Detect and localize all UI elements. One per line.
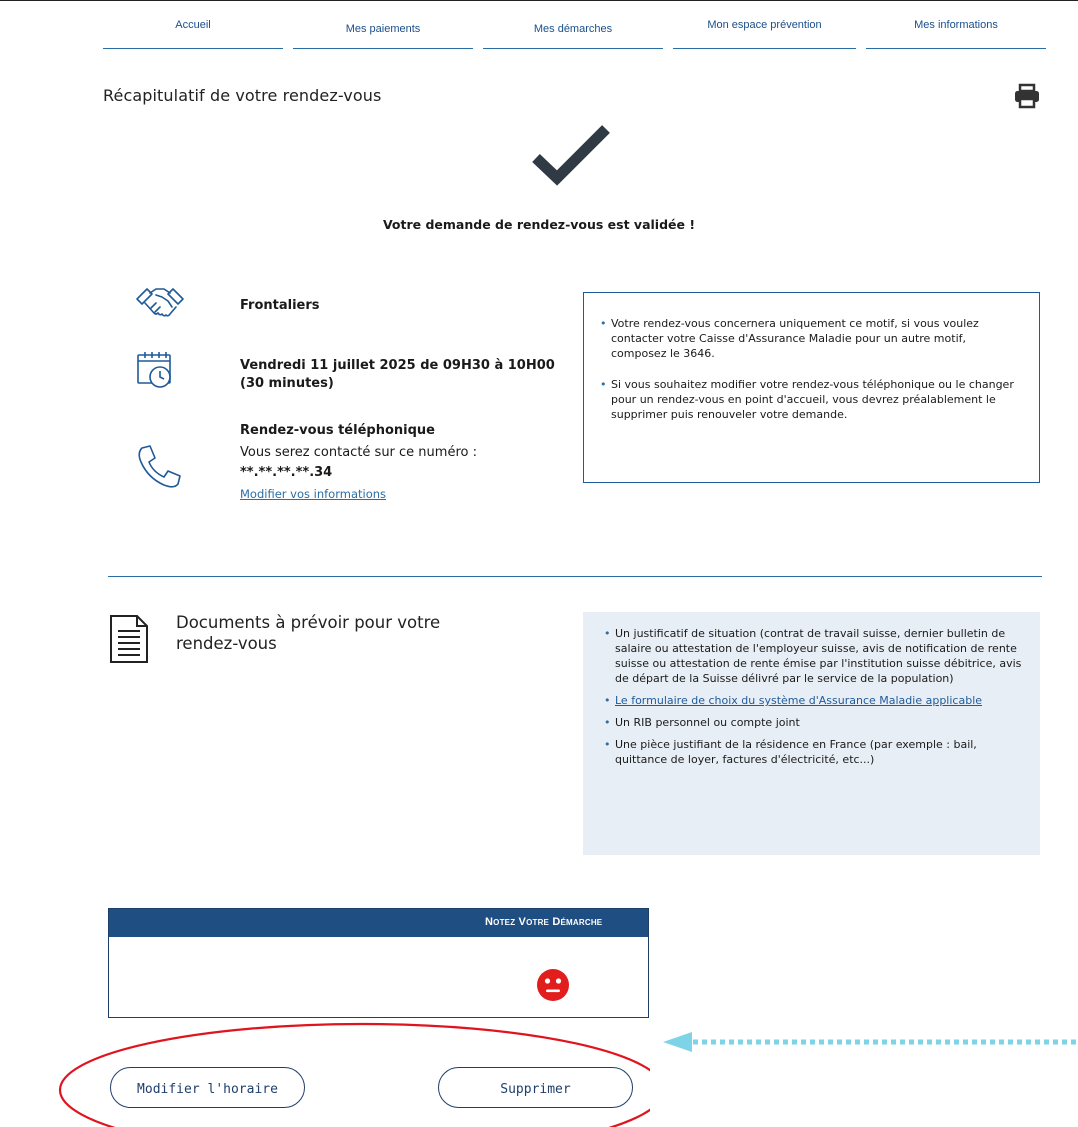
nav-label: Mes démarches bbox=[533, 23, 613, 35]
appointment-datetime: Vendredi 11 juillet 2025 de 09H30 à 10H0… bbox=[240, 358, 555, 391]
nav-item-demarches[interactable]: Mes démarches bbox=[483, 14, 663, 49]
appointment-type: Rendez-vous téléphonique bbox=[240, 423, 435, 438]
rating-title: Notez votre démarche bbox=[485, 916, 603, 928]
documents-box: Un justificatif de situation (contrat de… bbox=[583, 612, 1040, 855]
info-item: Si vous souhaitez modifier votre rendez-… bbox=[598, 377, 1018, 422]
neutral-face-icon[interactable] bbox=[536, 968, 570, 1002]
documents-title: Documents à prévoir pour votre rendez-vo… bbox=[176, 613, 441, 653]
contact-text: Vous serez contacté sur ce numéro : bbox=[240, 445, 477, 460]
document-form-link[interactable]: Le formulaire de choix du système d'Assu… bbox=[615, 694, 982, 707]
nav-label: Mon espace prévention bbox=[707, 19, 822, 31]
nav-item-prevention[interactable]: Mon espace prévention bbox=[673, 14, 856, 49]
document-item: Un RIB personnel ou compte joint bbox=[602, 715, 1022, 730]
rating-header: Notez votre démarche bbox=[109, 909, 648, 937]
modify-information-link[interactable]: Modifier vos informations bbox=[240, 487, 386, 501]
document-item-link[interactable]: Le formulaire de choix du système d'Assu… bbox=[602, 693, 1022, 708]
document-icon bbox=[109, 614, 149, 664]
document-item: Un justificatif de situation (contrat de… bbox=[602, 626, 1022, 686]
nav-item-accueil[interactable]: Accueil bbox=[103, 14, 283, 49]
page-title: Récapitulatif de votre rendez-vous bbox=[103, 86, 382, 105]
nav-item-informations[interactable]: Mes informations bbox=[866, 14, 1046, 49]
delete-button[interactable]: Supprimer bbox=[438, 1067, 633, 1108]
nav-label: Mes paiements bbox=[345, 23, 421, 35]
rating-widget: Notez votre démarche bbox=[108, 908, 649, 1018]
section-divider bbox=[108, 576, 1042, 577]
modify-schedule-button[interactable]: Modifier l'horaire bbox=[110, 1067, 305, 1108]
annotation-arrow-head bbox=[663, 1032, 692, 1052]
info-box: Votre rendez-vous concernera uniquement … bbox=[583, 292, 1040, 483]
appointment-motif: Frontaliers bbox=[240, 298, 320, 313]
nav-label: Mes informations bbox=[914, 19, 998, 31]
top-border bbox=[0, 0, 1078, 1]
confirmation-message: Votre demande de rendez-vous est validée… bbox=[382, 217, 696, 232]
masked-phone-number: **.**.**.**.34 bbox=[240, 465, 333, 480]
phone-icon bbox=[136, 444, 182, 490]
calendar-clock-icon bbox=[136, 350, 176, 390]
info-item: Votre rendez-vous concernera uniquement … bbox=[598, 316, 1018, 361]
nav-label: Accueil bbox=[175, 19, 211, 31]
nav-item-paiements[interactable]: Mes paiements bbox=[293, 14, 473, 49]
check-icon bbox=[532, 124, 610, 186]
print-icon[interactable] bbox=[1012, 83, 1042, 109]
document-item: Une pièce justifiant de la résidence en … bbox=[602, 737, 1022, 767]
handshake-icon bbox=[134, 283, 186, 325]
